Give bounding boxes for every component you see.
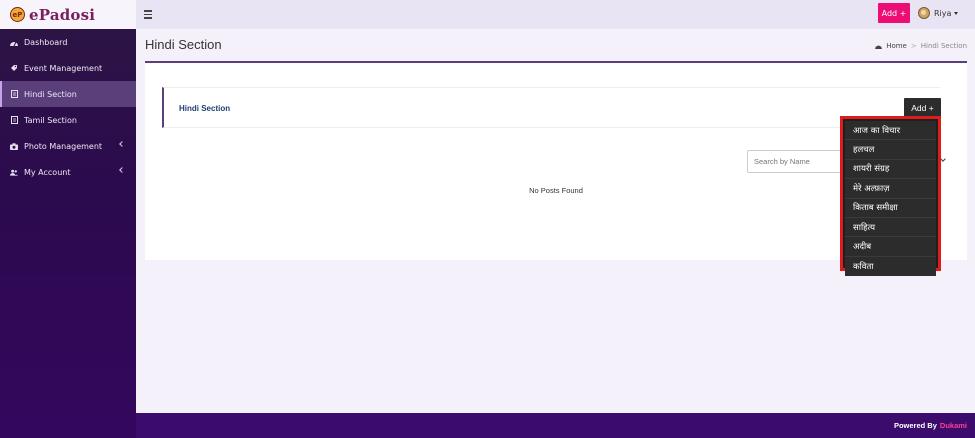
dropdown-item[interactable]: मेरे अल्फ़ाज़ [845,179,936,199]
sidebar-item-photo-management[interactable]: Photo Management [0,133,136,159]
search-input[interactable] [747,150,847,173]
dashboard-icon [10,38,18,46]
footer-brand-link[interactable]: Dukami [940,421,967,430]
sidebar-item-hindi-section[interactable]: Hindi Section [0,81,136,107]
dropdown-item[interactable]: साहित्य [845,217,936,238]
section-header-card: Hindi Section Add + [162,87,941,128]
dropdown-item[interactable]: शायरी संग्रह [845,159,936,180]
sidebar-item-tamil-section[interactable]: Tamil Section [0,107,136,133]
sidebar-item-label: Hindi Section [24,89,77,99]
book-icon [10,116,18,124]
footer-prefix: Powered By [893,421,937,430]
user-name: Riya [934,8,952,18]
chevron-left-icon [119,167,125,173]
dashboard-icon [875,43,883,49]
dropdown-item[interactable]: हलचल [845,140,936,160]
sidebar: Dashboard Event Management Hindi Section… [0,29,136,438]
section-title: Hindi Section [179,104,231,113]
sidebar-item-label: Tamil Section [24,115,77,125]
sidebar-item-label: Event Management [24,63,103,73]
dropdown-item[interactable]: कविता [845,256,936,277]
footer: Powered By Dukami [136,413,975,438]
dropdown-item[interactable]: अदीब [845,237,936,257]
sidebar-item-dashboard[interactable]: Dashboard [0,29,136,55]
menu-toggle-icon[interactable] [144,9,156,21]
breadcrumb-home[interactable]: Home [886,42,907,50]
sidebar-item-my-account[interactable]: My Account [0,159,136,185]
book-icon [10,90,18,98]
logo[interactable]: eP ePadosi [0,0,136,29]
dropdown-item[interactable]: आज का विचार [845,121,936,141]
sidebar-item-event-management[interactable]: Event Management [0,55,136,81]
camera-icon [10,142,18,150]
breadcrumb: Home > Hindi Section [875,42,967,50]
breadcrumb-current: Hindi Section [920,42,967,50]
add-post-button[interactable]: Add + [904,98,941,118]
tag-icon [10,64,18,72]
sidebar-item-label: Dashboard [24,37,68,47]
caret-down-icon [954,11,959,15]
logo-mark-icon: eP [10,7,25,22]
logo-text: ePadosi [29,5,96,24]
header-add-button[interactable]: Add + [878,3,910,23]
dropdown-item[interactable]: किताब समीक्षा [845,198,936,218]
top-bar: eP ePadosi [0,0,975,29]
breadcrumb-separator: > [910,42,917,50]
chevron-left-icon [119,141,125,147]
avatar [918,7,930,19]
users-icon [10,168,18,176]
user-menu[interactable]: Riya [918,4,959,22]
sidebar-item-label: My Account [24,167,71,177]
sidebar-item-label: Photo Management [24,141,103,151]
chevron-down-icon[interactable] [940,156,946,162]
page-title: Hindi Section [145,37,222,52]
add-dropdown-menu: आज का विचार हलचल शायरी संग्रह मेरे अल्फ़… [840,116,941,277]
